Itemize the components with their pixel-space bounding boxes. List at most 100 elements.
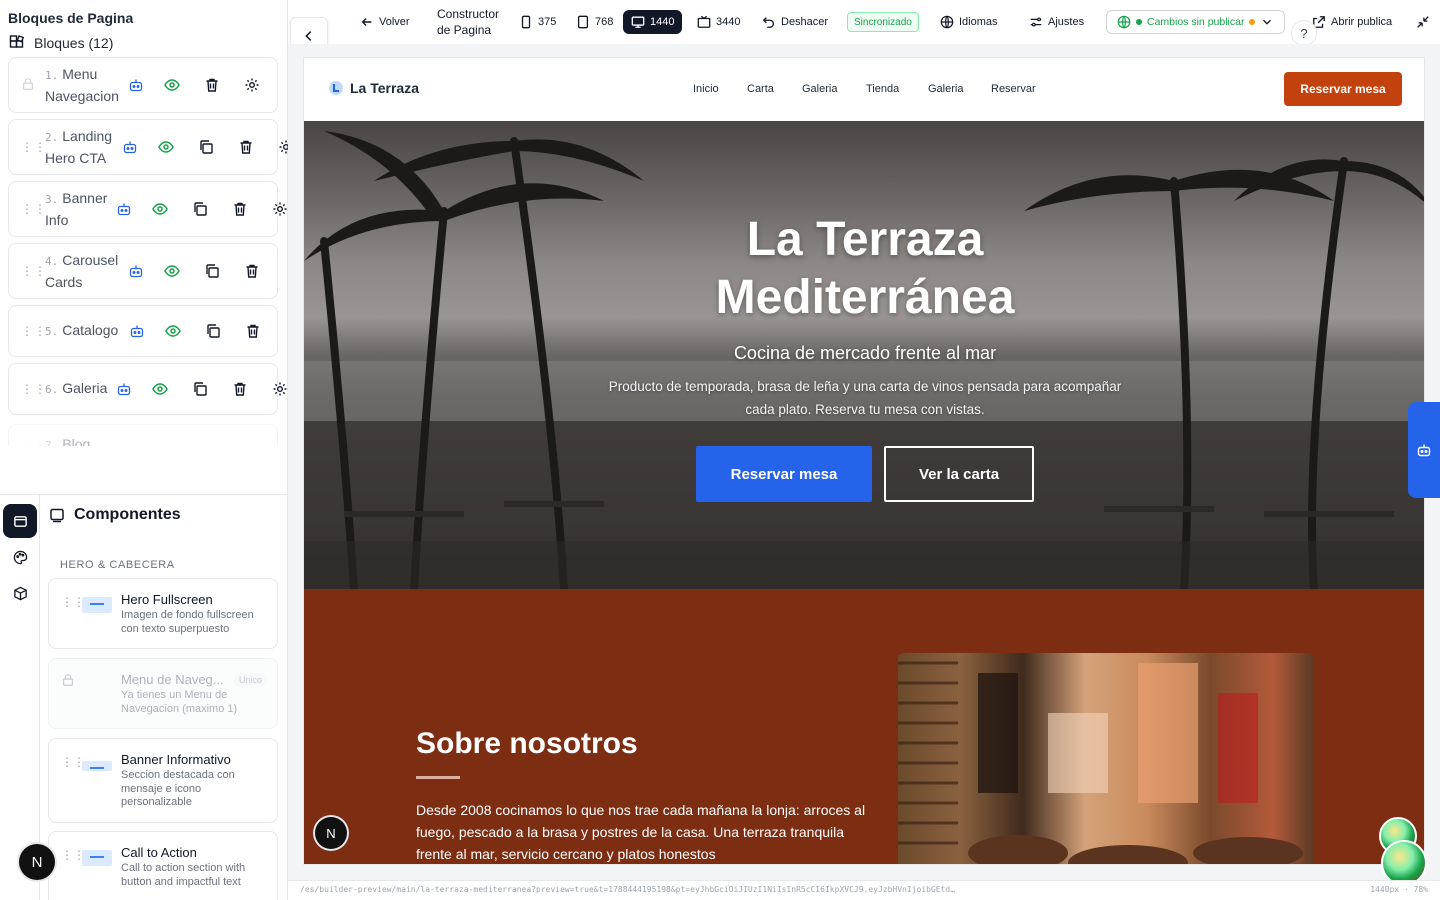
block-actions <box>128 322 262 340</box>
collapse-fullscreen-button[interactable] <box>1416 0 1430 44</box>
user-avatar[interactable]: N <box>19 844 55 880</box>
trash-icon[interactable] <box>203 76 221 94</box>
robot-icon[interactable] <box>127 76 145 94</box>
block-label: 7. Blog <box>45 436 91 446</box>
chevron-down-icon <box>1263 19 1272 25</box>
block-item-carousel-cards[interactable]: ⋮⋮ 4. Carousel Cards <box>8 243 278 299</box>
terrace-photo <box>898 661 1303 864</box>
drag-handle-icon[interactable]: ⋮⋮ <box>21 203 47 215</box>
layout-icon <box>13 515 27 527</box>
online-dot <box>1136 19 1142 25</box>
trash-icon[interactable] <box>231 200 249 218</box>
languages-label: Idiomas <box>959 16 998 28</box>
hero-section: La Terraza Mediterránea Cocina de mercad… <box>304 121 1424 589</box>
arrow-left-icon <box>361 18 372 26</box>
settings-button[interactable]: Ajustes <box>1029 0 1084 44</box>
back-label: Volver <box>379 16 410 28</box>
trash-icon[interactable] <box>237 138 255 156</box>
viewport-375-button[interactable]: 375 <box>519 0 556 44</box>
component-name: Menu de Naveg... <box>121 672 224 687</box>
component-desc: Ya tienes un Menu de Navegacion (maximo … <box>121 689 238 715</box>
nav-link-carta[interactable]: Carta <box>747 83 774 95</box>
block-item-galeria[interactable]: ⋮⋮ 6. Galeria <box>8 363 287 415</box>
about-image <box>898 653 1314 864</box>
duplicate-icon[interactable] <box>191 200 209 218</box>
publish-status-dropdown[interactable]: Cambios sin publicar <box>1106 10 1286 34</box>
block-item-landing-hero[interactable]: ⋮⋮ 2. Landing Hero CTA <box>8 119 293 175</box>
nav-link-reservar[interactable]: Reservar <box>991 83 1036 95</box>
nav-link-galeria[interactable]: Galeria <box>802 83 837 95</box>
help-button[interactable]: ? <box>1291 20 1317 46</box>
gear-icon[interactable] <box>271 200 289 218</box>
block-item-catalogo[interactable]: ⋮⋮ 5. Catalogo <box>8 305 278 357</box>
viewport-3440-button[interactable]: 3440 <box>697 0 740 44</box>
lock-icon <box>21 77 35 93</box>
robot-icon[interactable] <box>115 380 133 398</box>
modules-tab-button[interactable] <box>3 576 37 610</box>
robot-icon[interactable] <box>121 138 139 156</box>
eye-icon[interactable] <box>151 200 169 218</box>
about-title: Sobre nosotros <box>416 727 638 760</box>
viewport-1440-button[interactable]: 1440 <box>623 10 683 34</box>
component-name: Banner Informativo <box>121 752 231 767</box>
trash-icon[interactable] <box>231 380 249 398</box>
component-hero-fullscreen[interactable]: ⋮⋮ Hero Fullscreen Imagen de fondo fulls… <box>48 578 278 649</box>
eye-icon[interactable] <box>164 322 182 340</box>
block-actions <box>115 200 289 218</box>
blocks-count-label: Bloques (12) <box>34 35 114 51</box>
block-item-blog[interactable]: ⋮⋮ 7.Blog <box>8 424 278 446</box>
block-item-banner-info[interactable]: ⋮⋮ 3. Banner Info <box>8 181 287 237</box>
robot-icon[interactable] <box>115 200 133 218</box>
nav-link-tienda[interactable]: Tienda <box>866 83 899 95</box>
component-menu-navegacion: Menu de Naveg... Unico Ya tienes un Menu… <box>48 658 278 729</box>
block-item-menu[interactable]: 1. Menu Navegacion <box>8 57 278 113</box>
ai-assistant-tab[interactable] <box>1408 402 1440 498</box>
trash-icon[interactable] <box>243 262 261 280</box>
duplicate-icon[interactable] <box>203 262 221 280</box>
eye-icon[interactable] <box>163 76 181 94</box>
viewport-size-readout: 1440px · 78% <box>1370 885 1428 894</box>
drag-handle-icon[interactable]: ⋮⋮ <box>21 141 47 153</box>
eye-icon[interactable] <box>157 138 175 156</box>
about-section: Sobre nosotros Desde 2008 cocinamos lo q… <box>304 589 1424 864</box>
component-name: Call to Action <box>121 845 197 860</box>
globe-icon <box>1117 15 1131 29</box>
components-tab-button[interactable] <box>3 504 37 538</box>
side-rail <box>0 495 40 900</box>
builder-title-line1: Constructor <box>437 6 500 21</box>
eye-icon[interactable] <box>151 380 169 398</box>
languages-button[interactable]: Idiomas <box>940 0 998 44</box>
nav-link-inicio[interactable]: Inicio <box>693 83 719 95</box>
eye-icon[interactable] <box>163 262 181 280</box>
site-logo[interactable]: La Terraza <box>328 80 419 96</box>
gear-icon[interactable] <box>243 76 261 94</box>
duplicate-icon[interactable] <box>204 322 222 340</box>
duplicate-icon[interactable] <box>197 138 215 156</box>
robot-icon[interactable] <box>128 322 146 340</box>
open-public-button[interactable]: Abrir publica <box>1312 0 1392 44</box>
gear-icon[interactable] <box>271 380 289 398</box>
drag-handle-icon[interactable]: ⋮⋮ <box>21 444 47 446</box>
about-text: Desde 2008 cocinamos lo que nos trae cad… <box>416 802 866 862</box>
hero-title: La Terraza Mediterránea <box>304 211 1424 327</box>
viewport-768-button[interactable]: 768 <box>576 0 613 44</box>
component-banner-informativo[interactable]: ⋮⋮ Banner Informativo Seccion destacada … <box>48 738 278 823</box>
undo-button[interactable]: Deshacer <box>762 0 828 44</box>
robot-icon[interactable] <box>127 262 145 280</box>
nav-reserve-button[interactable]: Reservar mesa <box>1284 72 1402 106</box>
drag-handle-icon[interactable]: ⋮⋮ <box>21 265 47 277</box>
nav-link-galeria-2[interactable]: Galeria <box>928 83 963 95</box>
duplicate-icon[interactable] <box>191 380 209 398</box>
hero-description: Producto de temporada, brasa de leña y u… <box>608 379 1122 417</box>
hero-reserve-button[interactable]: Reservar mesa <box>696 446 872 502</box>
frame-avatar[interactable]: N <box>315 817 347 849</box>
theme-tab-button[interactable] <box>3 540 37 574</box>
drag-handle-icon[interactable]: ⋮⋮ <box>21 383 47 395</box>
components-title: Componentes <box>48 506 181 524</box>
trash-icon[interactable] <box>244 322 262 340</box>
palette-icon <box>13 550 27 564</box>
hero-menu-button[interactable]: Ver la carta <box>884 446 1034 502</box>
drag-handle-icon[interactable]: ⋮⋮ <box>21 325 47 337</box>
component-call-to-action[interactable]: ⋮⋮ Call to Action Call to action section… <box>48 831 278 900</box>
back-button[interactable]: Volver <box>360 0 410 44</box>
